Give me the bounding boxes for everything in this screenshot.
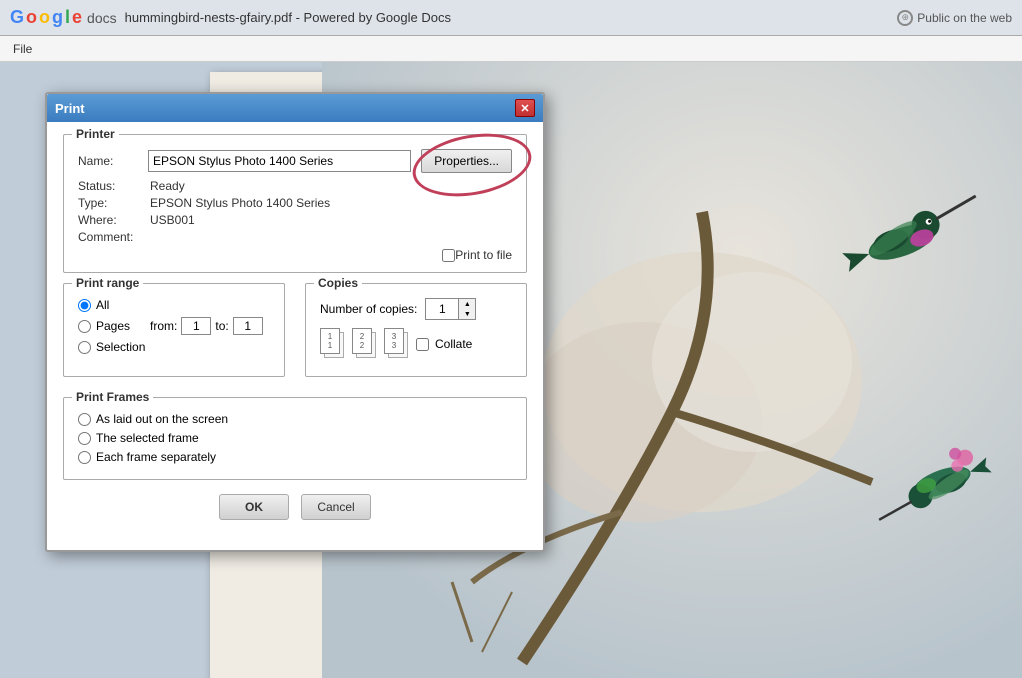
- print-range-label: Print range: [72, 276, 143, 290]
- main-content: Print ✕ Printer Name: Properties...: [0, 62, 1022, 678]
- printer-section-label: Printer: [72, 127, 119, 141]
- radio-as-laid-out: As laid out on the screen: [78, 412, 512, 426]
- copies-label: Copies: [314, 276, 362, 290]
- dialog-buttons: OK Cancel: [63, 494, 527, 520]
- status-label: Status:: [78, 179, 150, 193]
- from-label: from:: [150, 319, 177, 333]
- radio-pages: Pages from: to:: [78, 317, 270, 335]
- printer-status-rows: Status: Ready Type: EPSON Stylus Photo 1…: [78, 179, 512, 244]
- where-value: USB001: [150, 213, 195, 227]
- radio-selected-frame-label: The selected frame: [96, 431, 199, 445]
- to-input[interactable]: [233, 317, 263, 335]
- where-label: Where:: [78, 213, 150, 227]
- printer-section: Printer Name: Properties... Status: Read…: [63, 134, 527, 273]
- print-to-file-row: Print to file: [78, 248, 512, 262]
- pages-range: from: to:: [150, 317, 263, 335]
- radio-all-label: All: [96, 298, 109, 312]
- public-label: Public on the web: [917, 11, 1012, 25]
- type-label: Type:: [78, 196, 150, 210]
- num-copies-label: Number of copies:: [320, 302, 417, 316]
- page-title: hummingbird-nests-gfairy.pdf - Powered b…: [125, 10, 890, 25]
- public-icon: ⊕: [897, 10, 913, 26]
- print-to-file-checkbox[interactable]: [442, 249, 455, 262]
- dialog-body: Printer Name: Properties... Status: Read…: [47, 122, 543, 532]
- print-range-copies-row: Print range All Pages from: to:: [63, 283, 527, 387]
- comment-row: Comment:: [78, 230, 512, 244]
- radio-selection: Selection: [78, 340, 270, 354]
- browser-chrome: Google docs hummingbird-nests-gfairy.pdf…: [0, 0, 1022, 36]
- type-value: EPSON Stylus Photo 1400 Series: [150, 196, 330, 210]
- print-range-section: Print range All Pages from: to:: [63, 283, 285, 377]
- page-front-3: 33: [384, 328, 404, 354]
- printer-name-row: Name: Properties...: [78, 149, 512, 173]
- copies-spinner: ▲ ▼: [458, 299, 475, 319]
- radio-pages-input[interactable]: [78, 320, 91, 333]
- page-stack-2: 22: [352, 328, 378, 360]
- ok-button[interactable]: OK: [219, 494, 289, 520]
- copies-section: Copies Number of copies: ▲ ▼: [305, 283, 527, 377]
- menu-bar: File: [0, 36, 1022, 62]
- to-label: to:: [215, 319, 228, 333]
- radio-all: All: [78, 298, 270, 312]
- where-row: Where: USB001: [78, 213, 512, 227]
- menu-item-file[interactable]: File: [5, 40, 40, 58]
- status-row: Status: Ready: [78, 179, 512, 193]
- radio-each-frame: Each frame separately: [78, 450, 512, 464]
- cancel-button[interactable]: Cancel: [301, 494, 371, 520]
- copies-up-button[interactable]: ▲: [459, 299, 475, 309]
- radio-as-laid-out-input[interactable]: [78, 413, 91, 426]
- collate-row: Collate: [416, 337, 472, 351]
- radio-selection-input[interactable]: [78, 341, 91, 354]
- radio-each-frame-input[interactable]: [78, 451, 91, 464]
- google-docs-logo: Google docs: [10, 7, 117, 28]
- radio-selection-label: Selection: [96, 340, 145, 354]
- print-dialog: Print ✕ Printer Name: Properties...: [45, 92, 545, 552]
- print-to-file-label: Print to file: [455, 248, 512, 262]
- app-name: docs: [87, 10, 117, 26]
- copies-row: Number of copies: ▲ ▼: [320, 298, 512, 320]
- comment-label: Comment:: [78, 230, 150, 244]
- page-stack-1: 11: [320, 328, 346, 360]
- from-input[interactable]: [181, 317, 211, 335]
- dialog-close-button[interactable]: ✕: [515, 99, 535, 117]
- copies-down-button[interactable]: ▼: [459, 309, 475, 319]
- radio-pages-label: Pages: [96, 319, 130, 333]
- copies-input[interactable]: [426, 299, 458, 319]
- public-badge: ⊕ Public on the web: [897, 10, 1012, 26]
- collate-checkbox[interactable]: [416, 338, 429, 351]
- radio-all-input[interactable]: [78, 299, 91, 312]
- radio-each-frame-label: Each frame separately: [96, 450, 216, 464]
- dialog-titlebar: Print ✕: [47, 94, 543, 122]
- radio-as-laid-out-label: As laid out on the screen: [96, 412, 228, 426]
- status-value: Ready: [150, 179, 185, 193]
- properties-button[interactable]: Properties...: [421, 149, 512, 173]
- page-front-1: 11: [320, 328, 340, 354]
- printer-name-input[interactable]: [148, 150, 411, 172]
- print-frames-label: Print Frames: [72, 390, 153, 404]
- collate-label: Collate: [435, 337, 472, 351]
- dialog-title: Print: [55, 101, 85, 116]
- type-row: Type: EPSON Stylus Photo 1400 Series: [78, 196, 512, 210]
- copies-input-wrap: ▲ ▼: [425, 298, 476, 320]
- name-label: Name:: [78, 154, 148, 168]
- radio-selected-frame-input[interactable]: [78, 432, 91, 445]
- radio-selected-frame: The selected frame: [78, 431, 512, 445]
- page-front-2: 22: [352, 328, 372, 354]
- print-frames-section: Print Frames As laid out on the screen T…: [63, 397, 527, 480]
- page-stack-3: 33: [384, 328, 410, 360]
